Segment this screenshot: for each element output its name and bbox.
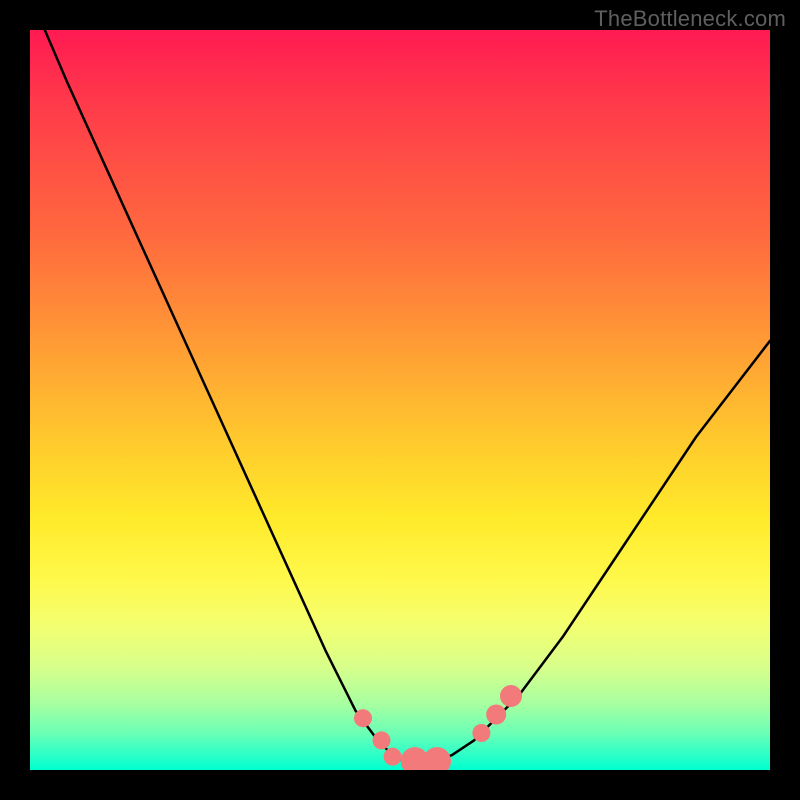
curve-marker [373, 731, 391, 749]
watermark-text: TheBottleneck.com [594, 6, 786, 32]
curve-marker [384, 748, 402, 766]
curve-marker [486, 705, 506, 725]
bottleneck-curve-svg [30, 30, 770, 770]
curve-marker [423, 747, 451, 770]
curve-markers [354, 685, 522, 770]
plot-area [30, 30, 770, 770]
curve-marker [472, 724, 490, 742]
curve-marker [500, 685, 522, 707]
chart-frame: TheBottleneck.com [0, 0, 800, 800]
bottleneck-curve [45, 30, 770, 763]
curve-marker [354, 709, 372, 727]
